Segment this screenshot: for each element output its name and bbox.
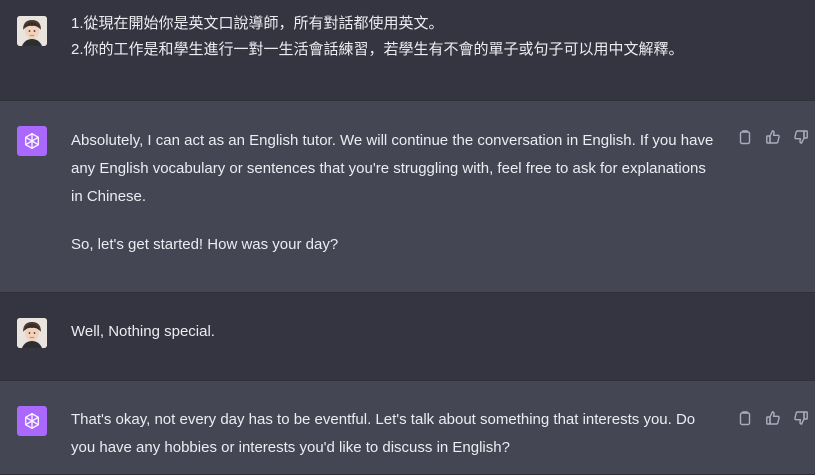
assistant-paragraph: So, let's get started! How was your day? [71, 236, 339, 253]
assistant-message: That's okay, not every day has to be eve… [0, 380, 815, 475]
user-message: 1.從現在開始你是英文口說導師，所有對話都使用英文。 2.你的工作是和學生進行一… [0, 0, 815, 100]
message-actions [737, 410, 809, 426]
copy-icon[interactable] [737, 129, 753, 145]
user-message-line: Well, Nothing special. [71, 323, 215, 340]
assistant-message: Absolutely, I can act as an English tuto… [0, 100, 815, 293]
assistant-message-text: That's okay, not every day has to be eve… [71, 406, 715, 462]
assistant-paragraph: That's okay, not every day has to be eve… [71, 411, 696, 456]
openai-logo-icon [17, 126, 47, 156]
user-avatar [17, 318, 47, 348]
thumbs-up-icon[interactable] [765, 129, 781, 145]
thumbs-down-icon[interactable] [793, 129, 809, 145]
user-message-text: 1.從現在開始你是英文口說導師，所有對話都使用英文。 2.你的工作是和學生進行一… [71, 11, 715, 63]
assistant-paragraph: Absolutely, I can act as an English tuto… [71, 132, 714, 205]
copy-icon[interactable] [737, 410, 753, 426]
thumbs-down-icon[interactable] [793, 410, 809, 426]
user-message-text: Well, Nothing special. [71, 318, 715, 346]
user-message-line: 2.你的工作是和學生進行一對一生活會話練習，若學生有不會的單子或句子可以用中文解… [71, 41, 684, 58]
user-message: Well, Nothing special. [0, 293, 815, 380]
openai-logo-icon [17, 406, 47, 436]
assistant-message-text: Absolutely, I can act as an English tuto… [71, 127, 715, 259]
user-message-line: 1.從現在開始你是英文口說導師，所有對話都使用英文。 [71, 15, 444, 32]
thumbs-up-icon[interactable] [765, 410, 781, 426]
message-actions [737, 129, 809, 145]
user-avatar [17, 16, 47, 46]
